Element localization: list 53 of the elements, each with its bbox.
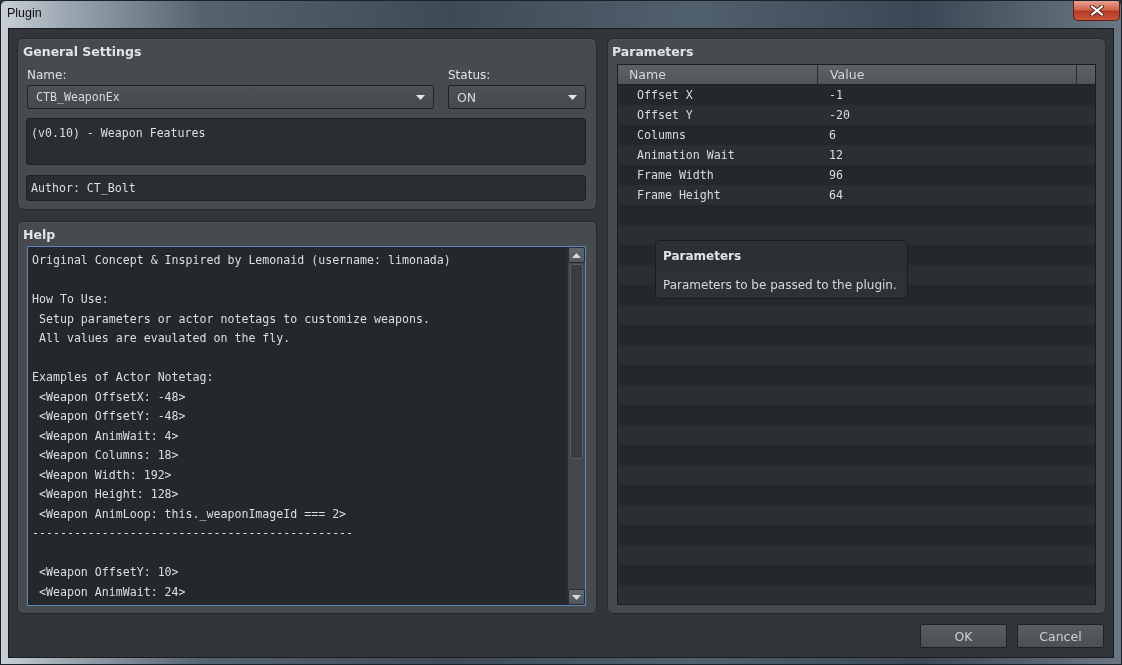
table-cell: Offset Y [637,108,693,122]
table-cell: Animation Wait [637,148,735,162]
down-arrow-icon [572,594,581,600]
close-button[interactable] [1073,1,1120,21]
scroll-up-button[interactable] [568,247,585,263]
help-text-line: Original Concept & Inspired by Lemonaid (username: limonada) [32,253,451,267]
table-cell: Offset X [637,88,693,102]
help-text-line: <Weapon Columns: 18> [37,448,179,462]
table-cell: Columns [637,128,686,142]
window-title: Plugin [7,6,42,20]
group-title: General Settings [23,44,143,60]
dialog-button[interactable]: Cancel [1017,624,1104,648]
scrollbar-thumb[interactable] [570,264,583,459]
help-text-line: ---------------------------------------------- [32,526,354,540]
caret-icon [568,94,577,100]
column-header: Name [628,66,667,84]
help-text-line: All values are evaulated on the fly. [37,331,291,345]
name-dropdown[interactable]: CTB_WeaponEx [27,85,434,109]
tooltip-title: Parameters [663,249,742,263]
table-cell: 64 [829,188,843,202]
help-text-line: Setup parameters or actor notetags to customize weapons. [37,311,430,326]
table-cell: -1 [829,88,843,102]
help-text-line: <Weapon OffsetY: -48> [37,409,186,423]
scroll-down-button[interactable] [568,589,585,605]
help-text-line: Examples of Actor Notetag: [32,370,214,384]
table-cell: 12 [829,148,843,162]
table-cell: Frame Width [637,168,714,182]
group-title: Help [23,227,57,243]
close-icon [1089,5,1104,16]
help-text-line: <Weapon AnimWait: 24> [37,584,186,599]
field-label: Status: [448,68,491,82]
column-header: Value [817,65,1076,84]
help-text-line: <Weapon AnimLoop: this._weaponImageId === 2> [37,506,347,521]
help-text-line: <Weapon Width: 192> [37,467,172,482]
description-field[interactable]: (v0.10) - Weapon Features [26,118,586,165]
help-text-line: How To Use: [32,292,109,306]
caret-icon [416,94,425,100]
table-cell: 96 [829,168,843,182]
dialog-button[interactable]: OK [920,624,1007,648]
up-arrow-icon [572,252,581,258]
help-text-line: <Weapon Height: 128> [37,487,179,501]
field-label: Name: [27,68,67,82]
help-text-line: <Weapon AnimWait: 4> [37,428,179,443]
help-text-line: <Weapon OffsetY: 10> [37,565,179,579]
table-cell: 6 [829,128,836,142]
scrollbar[interactable] [567,247,585,605]
group-title: Parameters [612,44,695,60]
table-cell: -20 [829,108,850,122]
table-cell: Frame Height [637,188,721,202]
tooltip-text: Parameters to be passed to the plugin. [663,277,897,292]
author-field[interactable]: Author: CT_Bolt [26,175,586,201]
help-text-line: <Weapon OffsetX: -48> [37,389,186,404]
status-dropdown[interactable]: ON [448,85,586,109]
